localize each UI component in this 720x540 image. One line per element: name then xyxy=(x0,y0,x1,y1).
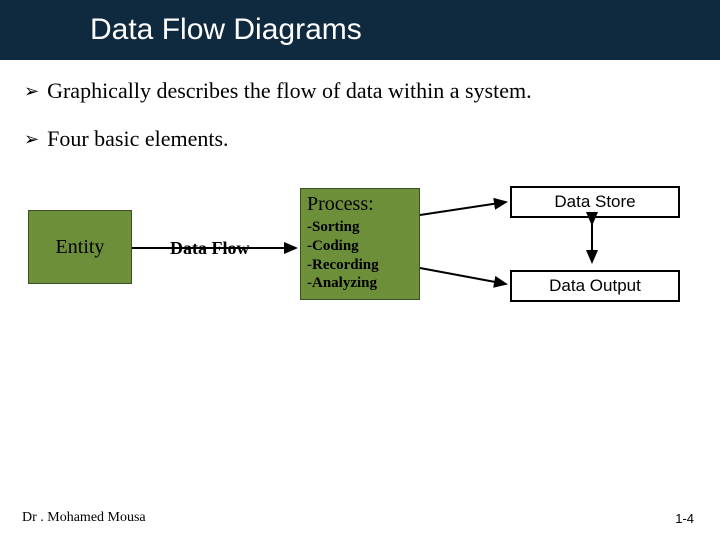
bullet-text: Four basic elements. xyxy=(47,126,228,152)
process-items: -Sorting -Coding -Recording -Analyzing xyxy=(307,218,413,293)
data-store-label: Data Store xyxy=(554,192,635,212)
arrow-bullet-icon: ➢ xyxy=(24,129,39,150)
bullet-item: ➢ Graphically describes the flow of data… xyxy=(24,78,696,104)
entity-box: Entity xyxy=(28,210,132,284)
dataflow-label: Data Flow xyxy=(170,238,250,259)
bullet-list: ➢ Graphically describes the flow of data… xyxy=(0,60,720,152)
data-output-box: Data Output xyxy=(510,270,680,302)
footer-author: Dr . Mohamed Mousa xyxy=(22,510,146,526)
process-title: Process: xyxy=(307,193,413,216)
footer-page-number: 1-4 xyxy=(675,511,694,526)
process-item: -Recording xyxy=(307,256,413,275)
slide-title: Data Flow Diagrams xyxy=(90,13,362,47)
arrow-bullet-icon: ➢ xyxy=(24,81,39,102)
process-item: -Analyzing xyxy=(307,274,413,293)
bullet-text: Graphically describes the flow of data w… xyxy=(47,78,531,104)
bullet-item: ➢ Four basic elements. xyxy=(24,126,696,152)
entity-label: Entity xyxy=(56,236,105,259)
process-box: Process: -Sorting -Coding -Recording -An… xyxy=(300,188,420,300)
data-store-box: Data Store xyxy=(510,186,680,218)
slide-title-bar: Data Flow Diagrams xyxy=(0,0,720,60)
process-item: -Sorting xyxy=(307,218,413,237)
data-output-label: Data Output xyxy=(549,276,641,296)
process-item: -Coding xyxy=(307,237,413,256)
